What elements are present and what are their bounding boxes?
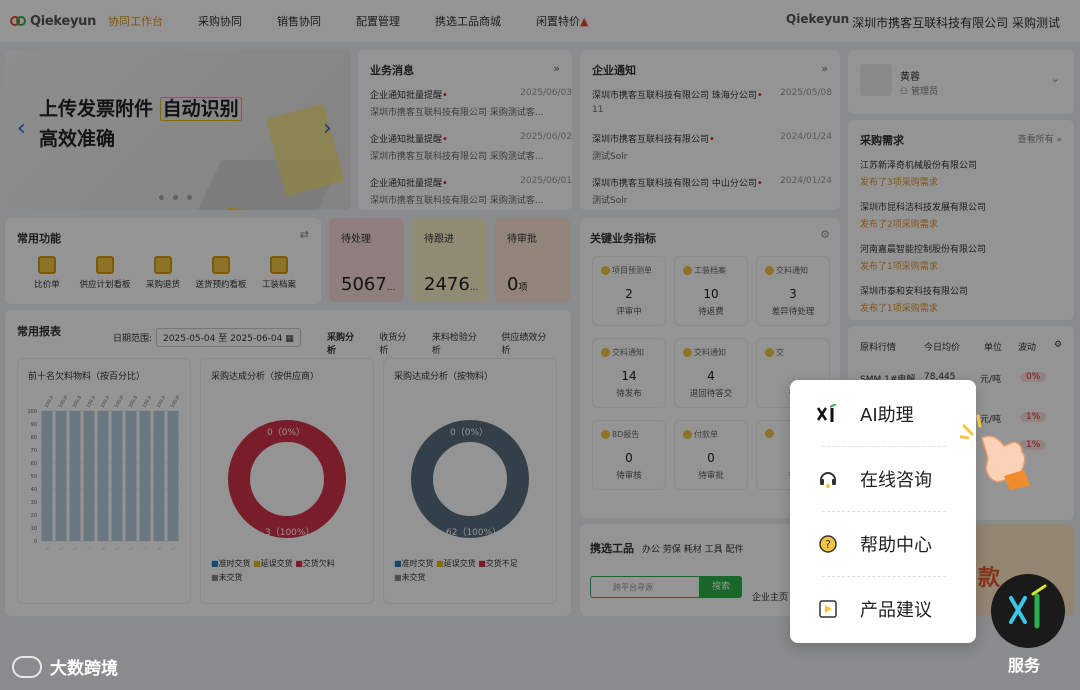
watermark-text: 大数跨境 bbox=[50, 659, 118, 679]
ai-assistant-icon bbox=[816, 404, 840, 424]
menu-item-label: 产品建议 bbox=[860, 600, 932, 621]
suggestion-icon bbox=[816, 599, 840, 619]
menu-item-ai-assistant[interactable]: AI助理 bbox=[816, 394, 956, 434]
menu-item-help-center[interactable]: ? 帮助中心 bbox=[816, 524, 956, 564]
watermark-logo: 大数跨境 bbox=[12, 654, 118, 679]
menu-item-label: 在线咨询 bbox=[860, 470, 932, 491]
menu-item-label: AI助理 bbox=[860, 405, 914, 426]
divider bbox=[822, 511, 946, 512]
service-ai-icon bbox=[1009, 584, 1047, 629]
pointing-hand-icon bbox=[954, 412, 1040, 492]
menu-item-product-suggestion[interactable]: 产品建议 bbox=[816, 589, 956, 629]
menu-item-label: 帮助中心 bbox=[860, 535, 932, 556]
watermark-icon bbox=[12, 655, 42, 678]
help-icon: ? bbox=[816, 534, 840, 554]
menu-item-online-consult[interactable]: 在线咨询 bbox=[816, 459, 956, 499]
divider bbox=[822, 446, 946, 447]
service-label: 服务 bbox=[1008, 656, 1041, 675]
service-button[interactable] bbox=[991, 574, 1065, 648]
service-popup-menu: AI助理 在线咨询 ? 帮助中心 产品建议 bbox=[790, 380, 976, 643]
divider bbox=[822, 576, 946, 577]
headset-icon bbox=[816, 469, 840, 489]
svg-text:?: ? bbox=[825, 538, 831, 551]
